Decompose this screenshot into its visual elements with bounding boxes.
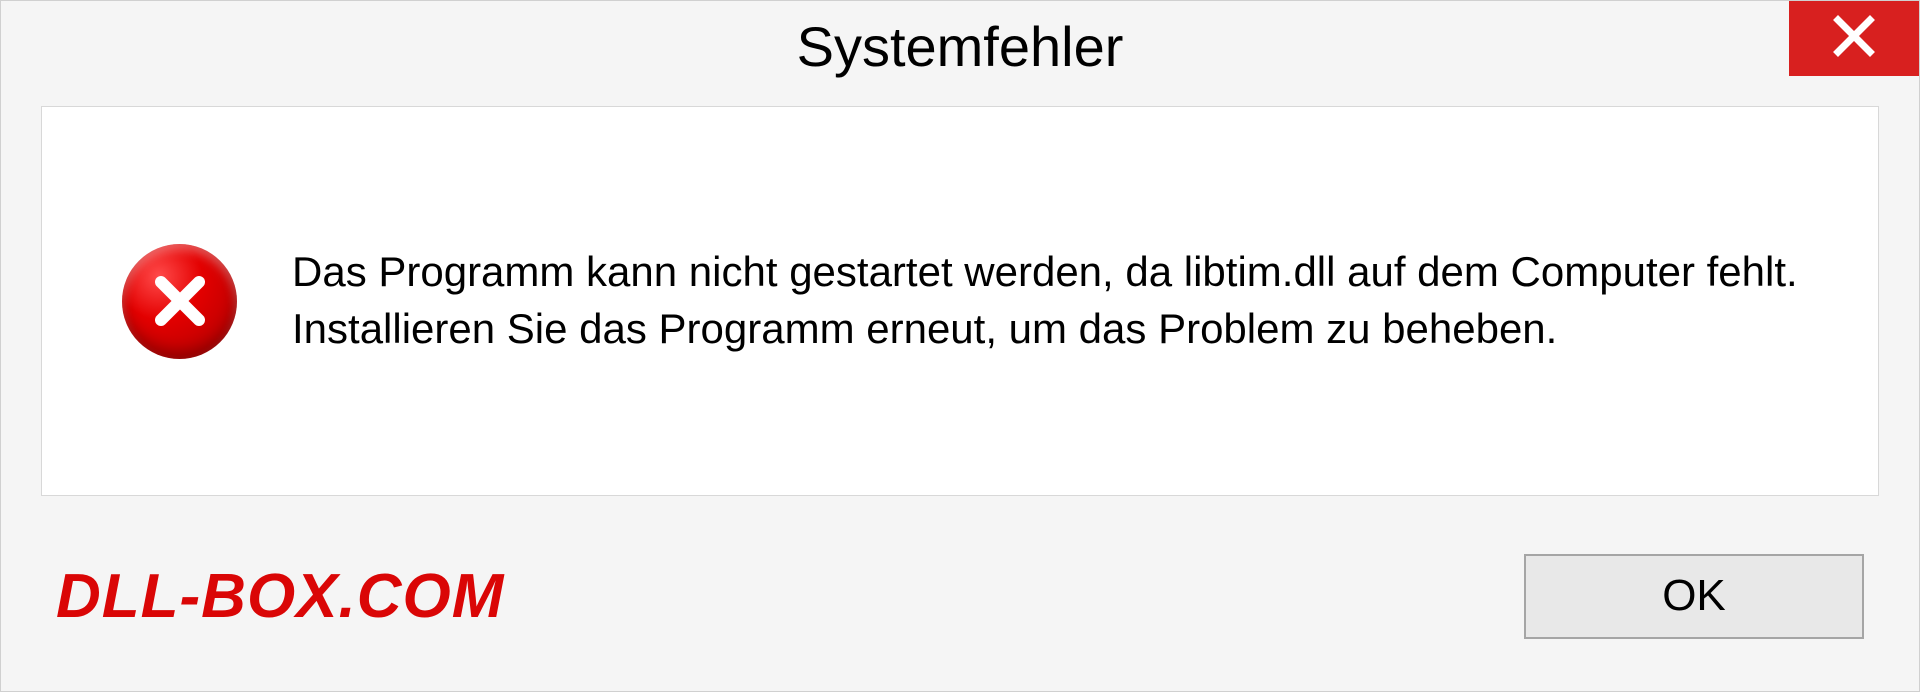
error-message: Das Programm kann nicht gestartet werden…	[292, 244, 1798, 357]
ok-button[interactable]: OK	[1524, 554, 1864, 639]
close-icon	[1832, 14, 1876, 63]
error-icon	[122, 244, 237, 359]
error-dialog: Systemfehler Das Programm kann nicht ges…	[0, 0, 1920, 692]
close-button[interactable]	[1789, 1, 1919, 76]
content-panel: Das Programm kann nicht gestartet werden…	[41, 106, 1879, 496]
watermark-text: DLL-BOX.COM	[56, 561, 504, 632]
dialog-title: Systemfehler	[797, 14, 1124, 79]
titlebar: Systemfehler	[1, 1, 1919, 91]
dialog-footer: DLL-BOX.COM OK	[1, 526, 1919, 666]
error-icon-container	[122, 244, 237, 359]
